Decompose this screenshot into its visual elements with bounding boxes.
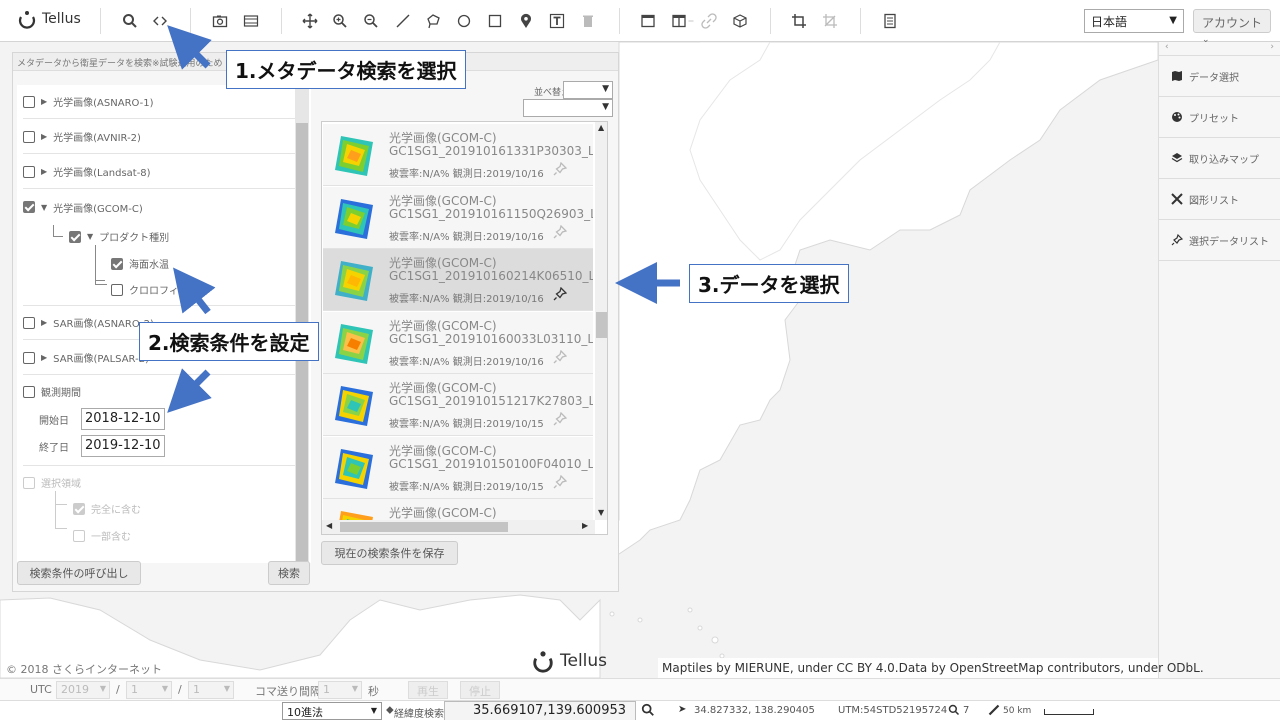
map-logo-text: Tellus [560,651,608,671]
stop-button[interactable]: 停止 [460,681,500,699]
chevron-down-icon: ▼ [370,706,377,715]
play-button[interactable]: 再生 [408,681,448,699]
tellus-logo-icon [533,651,553,673]
scale-label: 50 km [1003,706,1032,716]
month-value: 1 [131,683,138,696]
scale-bar [1044,709,1094,715]
date-separator: / [116,683,120,696]
date-separator: / [178,683,182,696]
time-bar: UTC 2019 ▼ / 1 ▼ / 1 ▼ コマ送り間隔 1 ▼ 秒 再生 停止 [0,678,1280,700]
arrow-step2-up [173,267,216,315]
ruler-icon [988,704,1000,716]
map-logo: Tellus [530,648,607,674]
seconds-label: 秒 [368,685,379,698]
cursor-coordinate: 34.827332, 138.290405 [694,705,815,716]
utc-label: UTC [30,683,52,696]
year-select[interactable]: 2019 ▼ [56,681,110,699]
chevron-down-icon: ▼ [161,684,168,693]
coord-search-label: 経緯度検索 [394,709,444,720]
callout-step2: 2.検索条件を設定 [139,322,319,361]
chevron-down-icon: ▼ [99,684,106,693]
copyright-text: © 2018 さくらインターネット [6,663,162,676]
interval-label: コマ送り間隔 [255,685,321,698]
day-select[interactable]: 1 ▼ [188,681,234,699]
arrow-step2-down [167,368,212,413]
month-select[interactable]: 1 ▼ [126,681,172,699]
callout-step1: 1.メタデータ検索を選択 [226,50,466,89]
notation-value: 10進法 [287,706,323,719]
utm-readout: UTM:54STD52195724 [838,705,948,716]
marker-icon: ⬥ [386,703,394,716]
year-value: 2019 [61,683,89,696]
zoom-level: 7 [963,705,970,716]
callout-step3: 3.データを選択 [689,264,849,303]
chevron-down-icon: ▼ [351,684,358,693]
notation-select[interactable]: 10進法 ▼ [282,702,382,720]
interval-value: 1 [323,683,330,696]
day-value: 1 [193,683,200,696]
cursor-icon: ➤ [678,704,687,715]
search-icon[interactable] [641,703,655,717]
zoom-icon [948,704,960,716]
arrow-step1 [167,25,212,70]
interval-select[interactable]: 1 ▼ [318,681,362,699]
map-attribution: Maptiles by MIERUNE, under CC BY 4.0.Dat… [658,658,1204,678]
chevron-down-icon: ▼ [223,684,230,693]
coordinate-bar: 10進法 ▼ ⬥ 経緯度検索 35.669107,139.600953 ➤ 34… [0,700,1280,720]
coord-search-input[interactable]: 35.669107,139.600953 [444,701,636,720]
